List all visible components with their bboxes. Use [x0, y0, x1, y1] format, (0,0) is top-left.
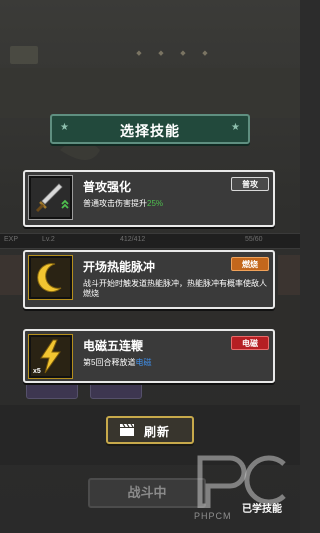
refresh-button[interactable]: 刷新 — [106, 416, 194, 444]
resource-chip: ◆ — [180, 50, 186, 57]
resource-chip: ◆ — [158, 50, 164, 57]
clapperboard-icon — [120, 424, 134, 436]
skill-description: 第5回合释放道电磁 — [83, 358, 271, 368]
icon-badge: x5 — [33, 368, 41, 375]
level-label: Lv.2 — [42, 236, 55, 243]
skill-name: 开场热能脉冲 — [83, 260, 156, 274]
skill-tag: 普攻 — [231, 177, 269, 191]
description-text: 第5回合释放 — [83, 358, 128, 367]
skill-card-thermal-pulse[interactable]: 开场热能脉冲 战斗开始时触发道热能脉冲，热能脉冲有概率使敌人燃烧 燃烧 — [23, 250, 275, 309]
description-highlight: 25% — [147, 199, 164, 208]
description-text: 普通攻击伤害提升 — [83, 199, 147, 208]
skill-description: 普通攻击伤害提升25% — [83, 199, 271, 209]
watermark-brand: 已学技能 — [242, 504, 282, 515]
resource-chip: ◆ — [202, 50, 208, 57]
modal-title: 选择技能 — [120, 123, 180, 139]
skill-tag: 电磁 — [231, 336, 269, 350]
crescent-moon-icon — [37, 263, 62, 293]
hp-value: 412/412 — [120, 236, 146, 243]
sp-value: 55/60 — [245, 236, 263, 243]
skill-icon-frame: x5 — [28, 334, 73, 379]
exp-label: EXP — [4, 236, 19, 243]
battle-button: 战斗中 — [88, 478, 206, 508]
skill-tag: 燃烧 — [231, 257, 269, 271]
star-icon: ★ — [231, 122, 240, 133]
skill-name: 普攻强化 — [83, 180, 132, 194]
refresh-label: 刷新 — [144, 425, 171, 439]
dagger-icon — [35, 183, 69, 213]
watermark-site: PHPCM — [194, 511, 232, 521]
description-text: 战斗开始时触发 — [83, 279, 139, 288]
skill-icon-frame — [28, 175, 73, 220]
modal-title-banner: ★ 选择技能 ★ — [50, 114, 250, 144]
resource-chip: ◆ — [136, 50, 142, 57]
skill-card-electromagnetic-whip[interactable]: x5 电磁五连鞭 第5回合释放道电磁 电磁 — [23, 329, 275, 383]
description-highlight: 电磁 — [135, 358, 152, 367]
skill-card-normal-attack[interactable]: 普攻强化 普通攻击伤害提升25% 普攻 — [23, 170, 275, 227]
skill-description: 战斗开始时触发道热能脉冲，热能脉冲有概率使敌人燃烧 — [83, 279, 271, 299]
skill-name: 电磁五连鞭 — [83, 339, 144, 353]
skill-icon-frame — [28, 255, 73, 300]
